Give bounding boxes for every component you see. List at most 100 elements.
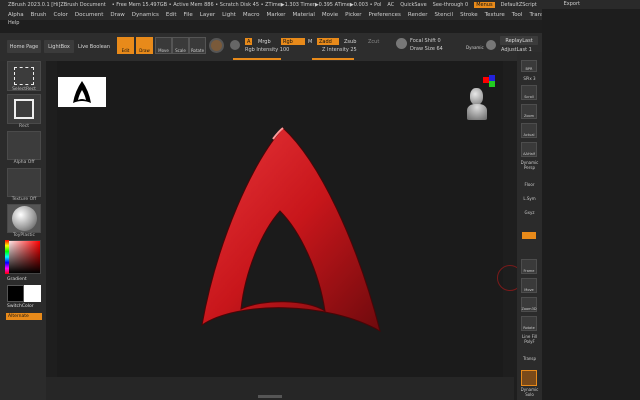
line-fill-button[interactable]: Line Fill PolyF: [519, 334, 540, 344]
aahalf-label: AAHalf: [523, 152, 535, 156]
menu-item-macro[interactable]: Macro: [243, 12, 260, 18]
rgb-intensity-slider[interactable]: Rgb Intensity 100: [245, 47, 289, 53]
aahalf-button[interactable]: AAHalf: [521, 142, 537, 157]
menu-item-alpha[interactable]: Alpha: [8, 12, 24, 18]
menu-item-texture[interactable]: Texture: [485, 12, 505, 18]
scroll-label: Scroll: [524, 95, 534, 99]
menu-item-layer[interactable]: Layer: [200, 12, 215, 18]
export-button[interactable]: Export: [564, 1, 580, 7]
local-button[interactable]: L.Sym: [519, 196, 540, 201]
replay-last-button[interactable]: ReplayLast: [500, 36, 538, 45]
rect-button[interactable]: [7, 94, 41, 124]
texture-off-label: Texture Off: [11, 197, 37, 202]
move-view-button[interactable]: Move: [521, 278, 537, 293]
rotate-button[interactable]: Rotate: [189, 37, 206, 54]
zoom3d-button[interactable]: Zoom3D: [521, 297, 537, 312]
zsub-toggle[interactable]: Zsub: [342, 38, 358, 45]
texture-button[interactable]: [7, 168, 41, 197]
scroll-button[interactable]: Scroll: [521, 85, 537, 100]
main-color-swatch[interactable]: [7, 285, 24, 302]
menu-item-dynamics[interactable]: Dynamics: [132, 12, 159, 18]
a-toggle[interactable]: A: [245, 38, 253, 45]
menu-item-light[interactable]: Light: [222, 12, 236, 18]
menu-item-render[interactable]: Render: [408, 12, 428, 18]
mrgb-toggle[interactable]: Mrgb: [256, 38, 273, 45]
menu-item-color[interactable]: Color: [54, 12, 68, 18]
draw-size-slider[interactable]: Draw Size 64: [410, 46, 443, 52]
zadd-toggle[interactable]: Zadd: [317, 38, 339, 45]
default-zscript-button[interactable]: DefaultZScript: [501, 2, 537, 8]
scale-label: Scale: [175, 48, 186, 53]
xyz-active-indicator[interactable]: [522, 232, 536, 239]
switch-color-button[interactable]: SwitchColor: [7, 304, 34, 309]
dynamic-solo-button[interactable]: [521, 370, 537, 386]
scale-button[interactable]: Scale: [172, 37, 189, 54]
select-rect-icon: [14, 67, 34, 85]
frame-label: Frame: [523, 269, 535, 273]
menu-item-edit[interactable]: Edit: [166, 12, 177, 18]
menu-item-movie[interactable]: Movie: [322, 12, 338, 18]
edit-button[interactable]: Edit: [117, 37, 134, 54]
alternate-button[interactable]: Alternate: [6, 313, 42, 320]
rgb-toggle[interactable]: Rgb: [281, 38, 305, 45]
ac-button[interactable]: AC: [387, 2, 394, 8]
menu-item-help[interactable]: Help: [8, 20, 19, 26]
rotate-view-button[interactable]: Rotate: [521, 316, 537, 331]
actual-label: Actual: [523, 133, 535, 137]
m-toggle[interactable]: M: [306, 38, 314, 45]
secondary-color-swatch[interactable]: [24, 285, 41, 302]
alpha-button[interactable]: [7, 131, 41, 160]
right-shelf: BPR SPix 3 Scroll Zoom Actual AAHalf Dyn…: [517, 52, 542, 400]
frame-button[interactable]: Frame: [521, 259, 537, 274]
rgb-intensity-fill: [233, 58, 281, 60]
menu-item-stencil[interactable]: Stencil: [434, 12, 453, 18]
home-page-button[interactable]: Home Page: [7, 40, 41, 53]
bpr-label: BPR: [525, 67, 533, 71]
floor-button[interactable]: Floor: [519, 182, 540, 187]
quicksave-button[interactable]: QuickSave: [400, 2, 426, 8]
document-canvas[interactable]: [57, 61, 523, 377]
menu-item-marker[interactable]: Marker: [267, 12, 286, 18]
color-picker[interactable]: [5, 240, 41, 274]
live-boolean-button[interactable]: Live Boolean: [77, 40, 111, 53]
z-intensity-slider[interactable]: Z Intensity 25: [322, 47, 357, 53]
menus-button[interactable]: Menus: [474, 1, 495, 8]
actual-button[interactable]: Actual: [521, 123, 537, 138]
menu-item-file[interactable]: File: [184, 12, 193, 18]
zcut-toggle[interactable]: Zcut: [366, 38, 381, 45]
draw-label: Draw: [139, 48, 150, 53]
see-through-slider[interactable]: See-through 0: [433, 2, 469, 8]
menu-item-tool[interactable]: Tool: [512, 12, 523, 18]
dynamic-persp-button[interactable]: Dynamic Persp: [519, 160, 540, 170]
menu-item-brush[interactable]: Brush: [31, 12, 47, 18]
move-button[interactable]: Move: [155, 37, 172, 54]
menu-item-material[interactable]: Material: [293, 12, 315, 18]
focal-shift-slider[interactable]: Focal Shift 0: [410, 38, 441, 44]
brush-icon[interactable]: [230, 40, 240, 50]
material-sphere: [12, 206, 37, 231]
dynamic-toggle[interactable]: Dynamic: [466, 45, 484, 50]
rotate-view-label: Rotate: [523, 326, 535, 330]
menu-item-document[interactable]: Document: [75, 12, 104, 18]
sculpt-model[interactable]: [57, 61, 503, 377]
spix-slider[interactable]: SPix 3: [519, 76, 540, 81]
bpr-button[interactable]: BPR: [521, 60, 537, 72]
bottom-scroll-handle[interactable]: [258, 395, 282, 398]
menu-item-picker[interactable]: Picker: [345, 12, 361, 18]
menu-item-preferences[interactable]: Preferences: [369, 12, 401, 18]
material-button[interactable]: [7, 204, 41, 233]
material-sphere-icon[interactable]: [209, 38, 224, 53]
stroke-icon[interactable]: [396, 38, 407, 49]
head-gizmo[interactable]: [466, 86, 488, 122]
lightbox-button[interactable]: LightBox: [44, 40, 74, 53]
hue-strip[interactable]: [5, 240, 9, 274]
axis-y-icon: [489, 81, 495, 87]
menu-item-draw[interactable]: Draw: [110, 12, 124, 18]
memory-status: • Free Mem 15.497GB • Active Mem 886 • S…: [111, 1, 382, 8]
transp-button[interactable]: Transp: [519, 356, 540, 361]
xyz-button[interactable]: Gxyz: [519, 210, 540, 215]
history-icon[interactable]: [486, 40, 496, 50]
menu-item-stroke[interactable]: Stroke: [460, 12, 478, 18]
zoom-button[interactable]: Zoom: [521, 104, 537, 119]
draw-button[interactable]: Draw: [136, 37, 153, 54]
